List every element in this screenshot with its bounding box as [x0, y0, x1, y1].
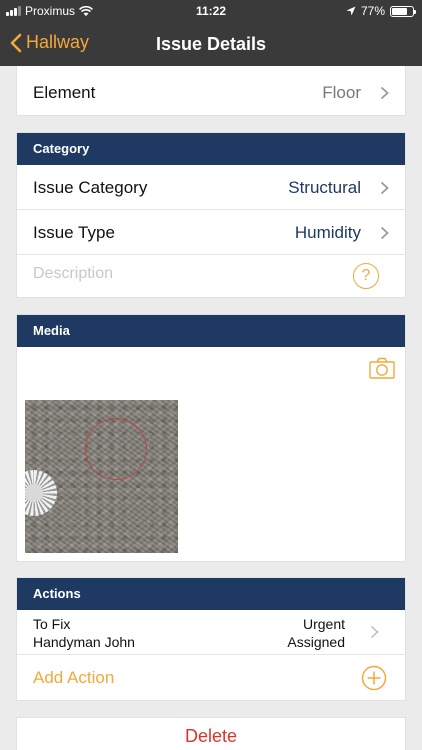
back-button[interactable]: Hallway: [10, 32, 89, 53]
action-assignee: Handyman John: [33, 634, 135, 650]
category-section: Category Issue Category Structural Issue…: [16, 132, 406, 298]
element-label: Element: [33, 83, 96, 102]
add-action-button[interactable]: Add Action: [17, 655, 405, 700]
delete-label: Delete: [184, 726, 238, 746]
chevron-right-icon: [380, 181, 389, 195]
issue-category-value: Structural: [288, 178, 361, 197]
issue-category-label: Issue Category: [33, 178, 148, 197]
actions-section: Actions To Fix Handyman John Urgent Assi…: [16, 577, 406, 701]
chevron-left-icon: [10, 33, 22, 52]
status-bar: Proximus 11:22 77%: [0, 0, 422, 22]
action-item[interactable]: To Fix Handyman John Urgent Assigned: [17, 610, 405, 655]
media-header: Media: [17, 315, 405, 347]
action-status: Assigned: [287, 634, 345, 650]
element-row[interactable]: Element Floor: [17, 70, 405, 115]
back-label: Hallway: [26, 32, 90, 52]
battery-icon: [390, 5, 416, 17]
description-field[interactable]: Description ?: [17, 255, 405, 297]
add-circle-icon: [361, 665, 387, 691]
actions-header: Actions: [17, 578, 405, 610]
issue-type-label: Issue Type: [33, 223, 115, 242]
issue-photo[interactable]: [25, 400, 178, 553]
photo-marker-circle: [85, 418, 147, 480]
add-action-label: Add Action: [33, 668, 115, 687]
issue-category-row[interactable]: Issue Category Structural: [17, 165, 405, 210]
help-icon[interactable]: ?: [353, 263, 379, 289]
chevron-right-icon: [380, 86, 389, 100]
chevron-right-icon: [380, 226, 389, 240]
chevron-right-icon: [370, 625, 379, 639]
photo-vent: [25, 470, 57, 516]
navigation-bar: Hallway Issue Details: [0, 22, 422, 66]
category-header: Category: [17, 133, 405, 165]
issue-type-row[interactable]: Issue Type Humidity: [17, 210, 405, 255]
element-card: Element Floor: [16, 66, 406, 116]
element-value: Floor: [322, 83, 361, 102]
description-placeholder: Description: [33, 265, 114, 282]
location-arrow-icon: [346, 6, 356, 16]
issue-type-value: Humidity: [294, 223, 361, 242]
battery-percent: 77%: [360, 4, 385, 18]
action-title: To Fix: [33, 616, 71, 632]
action-priority: Urgent: [302, 616, 345, 632]
camera-icon[interactable]: [369, 357, 395, 379]
media-section: Media: [16, 314, 406, 562]
delete-button[interactable]: Delete: [16, 717, 406, 750]
